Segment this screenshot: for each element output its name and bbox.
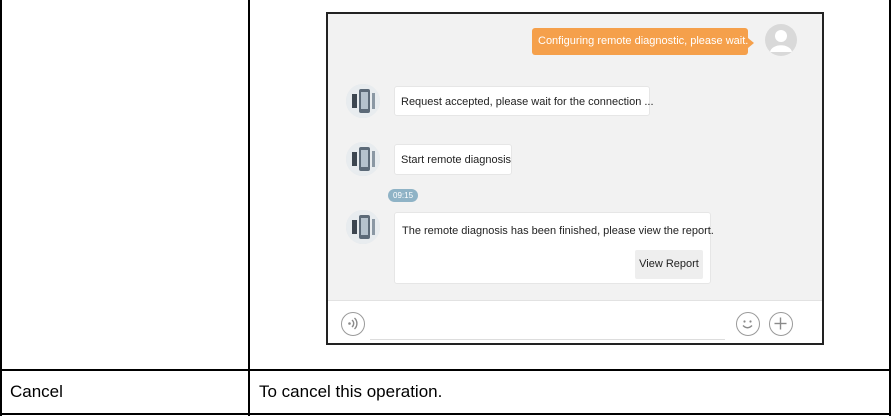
cancel-description: To cancel this operation. xyxy=(259,382,443,401)
agent-avatar-icon xyxy=(346,142,380,176)
report-message-text: The remote diagnosis has been finished, … xyxy=(402,225,714,237)
table-left-border xyxy=(0,0,2,416)
table-row-divider xyxy=(0,369,891,371)
voice-icon[interactable] xyxy=(341,312,365,336)
remote-diagnosis-chat-screenshot: Configuring remote diagnostic, please wa… xyxy=(326,12,824,345)
view-report-button[interactable]: View Report xyxy=(635,250,703,279)
outgoing-message-bubble: Configuring remote diagnostic, please wa… xyxy=(532,28,754,55)
cancel-term: Cancel xyxy=(10,382,63,401)
table-bottom-border xyxy=(0,413,891,415)
chat-input-bar xyxy=(328,300,822,343)
agent-avatar-icon xyxy=(346,210,380,244)
report-message-bubble: The remote diagnosis has been finished, … xyxy=(394,212,714,284)
table-column-divider xyxy=(248,0,250,416)
message-input-field[interactable] xyxy=(370,339,725,340)
user-avatar-icon xyxy=(765,24,797,56)
agent-avatar-icon xyxy=(346,84,380,118)
emoji-icon[interactable] xyxy=(736,312,760,336)
message-bubble: Start remote diagnosis xyxy=(394,144,512,175)
message-bubble: Request accepted, please wait for the co… xyxy=(394,86,654,116)
message-timestamp: 09:15 xyxy=(388,189,419,202)
chat-message-area: Configuring remote diagnostic, please wa… xyxy=(328,14,822,300)
plus-icon[interactable] xyxy=(769,312,793,336)
